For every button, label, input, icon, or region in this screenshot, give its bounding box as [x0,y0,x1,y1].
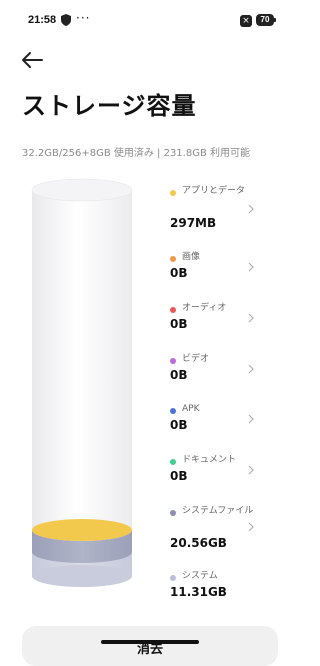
category-value: 11.31GB [170,585,227,599]
page-title: ストレージ容量 [22,92,197,120]
shield-icon [61,14,71,26]
legend-dot [170,408,176,414]
chevron-right-icon [248,522,254,532]
category-value: 0B [170,266,188,280]
chevron-right-icon [248,465,254,475]
category-value: 0B [170,317,188,331]
chevron-right-icon [248,313,254,323]
legend-dot [170,307,176,313]
category-value: 0B [170,368,188,382]
legend-dot [170,190,176,196]
clear-button[interactable]: 消去 [22,626,278,666]
chevron-right-icon [248,204,254,214]
category-value: 0B [170,469,188,483]
legend-dot [170,510,176,516]
storage-usage-summary: 32.2GB/256+8GB 使用済み | 231.8GB 利用可能 [22,148,251,159]
more-notifications-icon: ··· [76,11,91,25]
back-arrow-icon[interactable] [20,50,44,70]
category-value: 0B [170,418,188,432]
category-value: 297MB [170,216,217,230]
category-label: アプリとデータ [182,186,246,196]
status-time: 21:58 [28,14,57,26]
legend-dot [170,358,176,364]
storage-cylinder-graphic [31,178,133,587]
category-value: 20.56GB [170,536,227,550]
battery-icon: 70 [256,14,274,26]
category-label: システム [182,571,218,581]
legend-dot [170,459,176,465]
chevron-right-icon [248,364,254,374]
legend-dot [170,575,176,581]
home-indicator[interactable] [101,640,199,644]
notification-close-icon: × [240,15,252,27]
chevron-right-icon [248,262,254,272]
chevron-right-icon [248,414,254,424]
legend-dot [170,256,176,262]
battery-tip [274,18,276,22]
status-bar: 21:58 ··· × 70 [0,0,300,36]
category-label: システムファイル [182,506,254,516]
